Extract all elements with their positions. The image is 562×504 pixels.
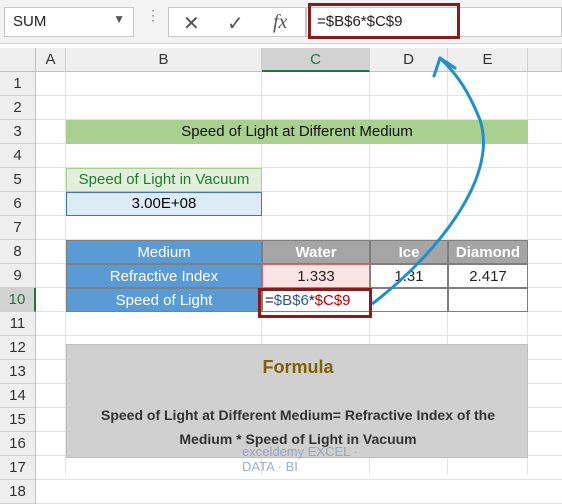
row-header-18[interactable]: 18 bbox=[0, 480, 36, 504]
gridline-row bbox=[36, 479, 562, 480]
pointer-arrow bbox=[371, 56, 485, 306]
arrowhead-icon bbox=[432, 56, 457, 78]
watermark-text: exceldemy EXCEL · DATA · BI bbox=[242, 444, 358, 474]
arrow-line-icon bbox=[371, 56, 485, 306]
watermark-logo: exceldemy EXCEL · DATA · BI bbox=[242, 444, 382, 474]
